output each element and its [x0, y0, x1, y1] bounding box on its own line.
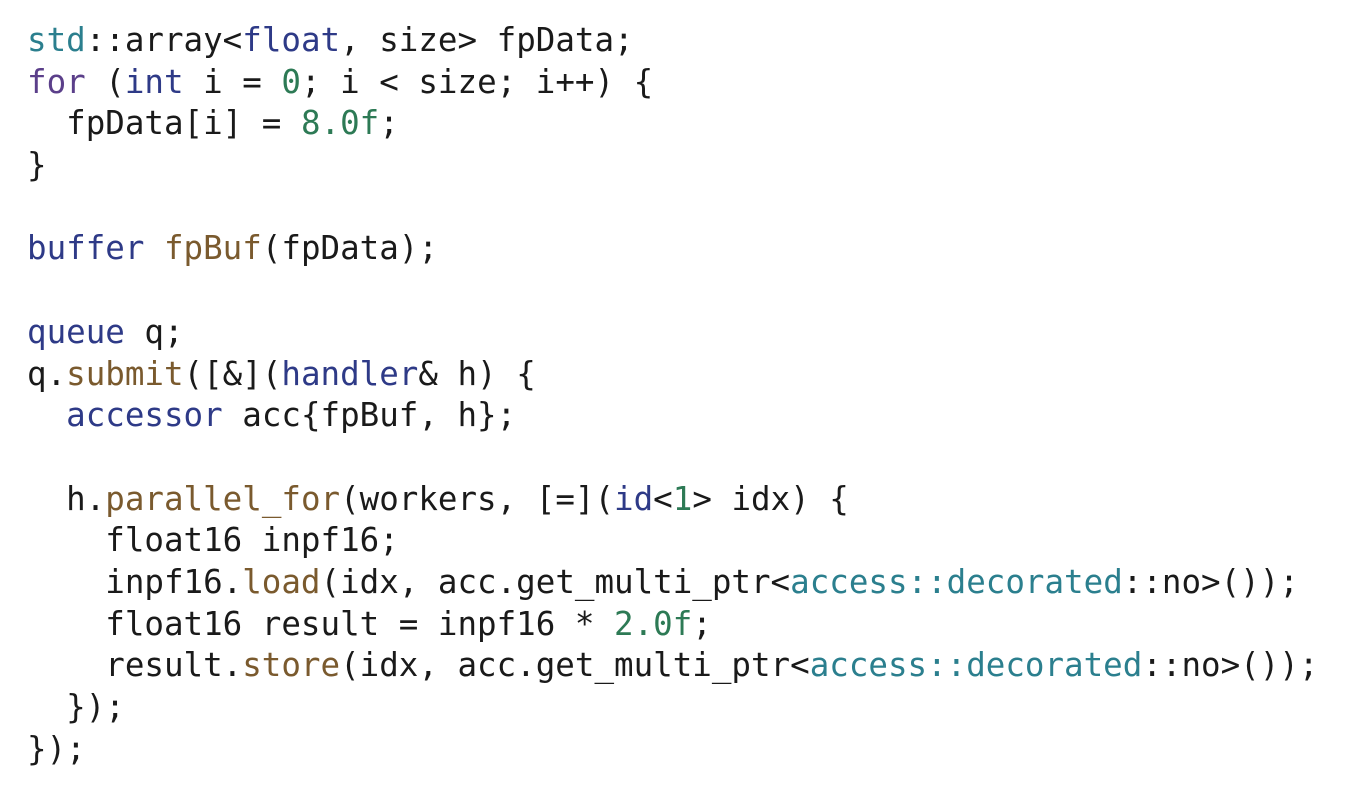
code-token-keyword: for [27, 62, 86, 101]
code-token-plain: inpf16. [27, 562, 243, 601]
code-line: h.parallel_for(workers, [=](id<1> idx) { [27, 479, 1318, 521]
code-token-plain: acc{fpBuf, h}; [222, 396, 517, 435]
code-line: }); [27, 729, 1318, 771]
code-token-type: buffer [27, 229, 145, 268]
code-token-func: parallel_for [105, 479, 341, 518]
code-line: float16 inpf16; [27, 520, 1318, 562]
code-token-func: fpBuf [163, 229, 262, 268]
code-token-number: 1 [672, 479, 693, 518]
code-line: q.submit([&](handler& h) { [27, 354, 1318, 396]
code-token-plain: ; i < size; i++) { [300, 62, 654, 101]
code-token-type: accessor [66, 396, 223, 435]
code-token-type: handler [281, 354, 419, 393]
code-token-plain: q; [124, 312, 184, 351]
code-token-plain: ; [692, 604, 712, 643]
code-token-plain: & h) { [418, 354, 536, 393]
code-token-plain: (idx, acc.get_multi_ptr< [340, 646, 810, 685]
code-token-plain: > idx) { [692, 479, 849, 518]
code-token-plain: , size> fpData; [340, 21, 634, 59]
code-token-plain: ( [85, 62, 125, 101]
code-token-number: 8.0f [300, 104, 380, 143]
code-token-plain: ::array< [85, 21, 243, 59]
code-line: std::array<float, size> fpData; [27, 20, 1318, 62]
code-line: for (int i = 0; i < size; i++) { [27, 62, 1318, 104]
code-line: float16 result = inpf16 * 2.0f; [27, 604, 1318, 646]
code-token-plain: q. [27, 354, 67, 393]
code-token-namespace: access::decorated [790, 562, 1123, 601]
code-line: accessor acc{fpBuf, h}; [27, 395, 1318, 437]
code-token-plain: ::no>()); [1122, 562, 1299, 601]
code-line: }); [27, 687, 1318, 729]
code-token-plain: } [27, 146, 47, 185]
code-token-plain: h. [27, 479, 106, 518]
code-token-plain: ; [379, 104, 399, 143]
code-token-type: float [242, 21, 341, 59]
code-token-type: int [124, 62, 184, 101]
code-line: queue q; [27, 312, 1318, 354]
code-token-number: 2.0f [614, 604, 693, 643]
code-token-plain: (workers, [=]( [340, 479, 615, 518]
code-token-plain: float16 result = inpf16 * [27, 604, 614, 643]
code-token-func: store [242, 646, 341, 685]
code-token-func: submit [66, 354, 184, 393]
code-token-plain: i = [183, 62, 282, 101]
code-token-namespace: access::decorated [809, 646, 1143, 685]
code-line: buffer fpBuf(fpData); [27, 228, 1318, 270]
code-token-plain: ::no>()); [1142, 646, 1319, 685]
code-token-plain: fpData[i] = [27, 104, 301, 143]
code-line: result.store(idx, acc.get_multi_ptr<acce… [27, 645, 1318, 687]
code-token-plain: < [653, 479, 673, 518]
code-token-type: queue [27, 312, 125, 351]
code-token-number: 0 [281, 62, 301, 101]
code-token-type: id [614, 479, 654, 518]
code-token-func: load [242, 562, 321, 601]
code-line: inpf16.load(idx, acc.get_multi_ptr<acces… [27, 562, 1318, 604]
code-token-plain: (idx, acc.get_multi_ptr< [320, 562, 791, 601]
code-token-namespace: std [27, 21, 86, 59]
code-listing: std::array<float, size> fpData; for (int … [27, 20, 1318, 770]
code-token-plain: ([&]( [183, 354, 282, 393]
code-line: } [27, 145, 1318, 187]
code-line: fpData[i] = 8.0f; [27, 103, 1318, 145]
code-token-plain: result. [27, 646, 243, 685]
code-token-plain: }); [27, 688, 125, 726]
code-token-plain: float16 inpf16; [27, 521, 399, 560]
code-token-plain: (fpData); [261, 229, 438, 268]
code-token-plain: }); [27, 729, 86, 768]
